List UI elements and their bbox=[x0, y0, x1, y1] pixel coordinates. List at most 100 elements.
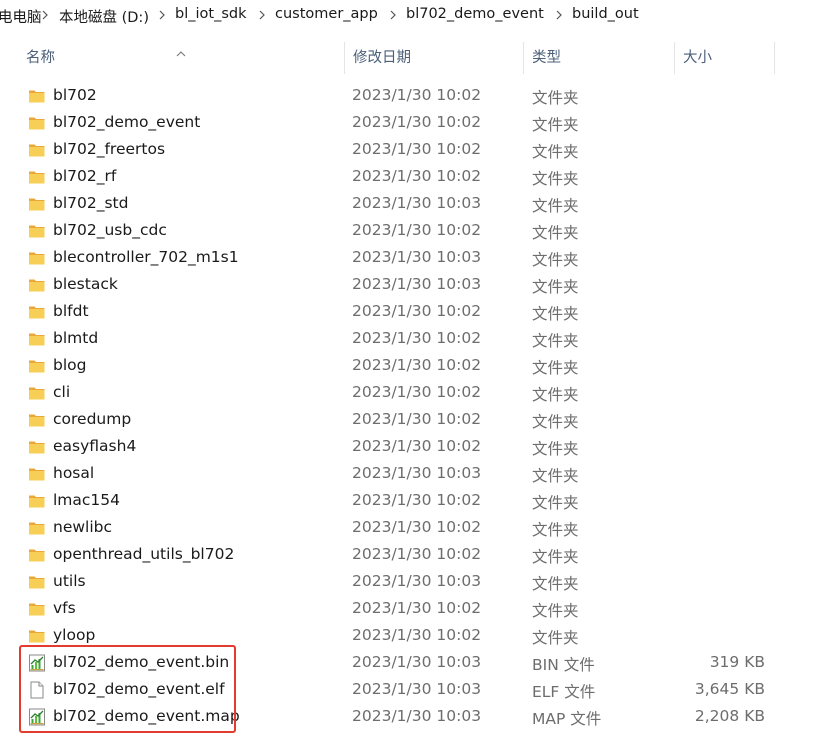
folder-icon bbox=[28, 87, 46, 105]
list-item[interactable]: coredump 2023/1/30 10:02 文件夹 bbox=[24, 407, 774, 434]
item-date: 2023/1/30 10:02 bbox=[352, 167, 482, 185]
list-item[interactable]: bl702_demo_event 2023/1/30 10:02 文件夹 bbox=[24, 110, 774, 137]
item-date: 2023/1/30 10:02 bbox=[352, 140, 482, 158]
item-name: bl702_usb_cdc bbox=[53, 221, 167, 239]
breadcrumb-item-this-pc[interactable]: 电电脑 bbox=[0, 6, 42, 27]
list-item[interactable]: openthread_utils_bl702 2023/1/30 10:02 文件夹 bbox=[24, 542, 774, 569]
item-name: bl702_demo_event bbox=[53, 113, 201, 131]
list-item[interactable]: utils 2023/1/30 10:03 文件夹 bbox=[24, 569, 774, 596]
item-date: 2023/1/30 10:03 bbox=[352, 275, 482, 293]
item-name: blfdt bbox=[53, 302, 89, 320]
item-type: 文件夹 bbox=[532, 521, 579, 539]
item-date: 2023/1/30 10:02 bbox=[352, 302, 482, 320]
chevron-right-icon[interactable] bbox=[158, 5, 166, 25]
item-date: 2023/1/30 10:03 bbox=[352, 572, 482, 590]
item-date: 2023/1/30 10:02 bbox=[352, 545, 482, 563]
list-item[interactable]: bl702 2023/1/30 10:02 文件夹 bbox=[24, 83, 774, 110]
folder-icon bbox=[28, 141, 46, 159]
breadcrumb-item-bl-iot-sdk[interactable]: bl_iot_sdk bbox=[175, 6, 246, 22]
folder-icon bbox=[28, 600, 46, 618]
folder-icon bbox=[28, 465, 46, 483]
item-date: 2023/1/30 10:03 bbox=[352, 194, 482, 212]
item-date: 2023/1/30 10:03 bbox=[352, 653, 482, 671]
list-item[interactable]: blestack 2023/1/30 10:03 文件夹 bbox=[24, 272, 774, 299]
item-date: 2023/1/30 10:02 bbox=[352, 437, 482, 455]
list-item[interactable]: lmac154 2023/1/30 10:02 文件夹 bbox=[24, 488, 774, 515]
list-item[interactable]: blfdt 2023/1/30 10:02 文件夹 bbox=[24, 299, 774, 326]
breadcrumb-item-customer-app[interactable]: customer_app bbox=[275, 6, 378, 22]
item-name: bl702_freertos bbox=[53, 140, 166, 158]
item-name: lmac154 bbox=[53, 491, 121, 509]
item-date: 2023/1/30 10:03 bbox=[352, 707, 482, 725]
folder-icon bbox=[28, 222, 46, 240]
list-item[interactable]: cli 2023/1/30 10:02 文件夹 bbox=[24, 380, 774, 407]
breadcrumb-item-bl702-demo-event[interactable]: bl702_demo_event bbox=[406, 6, 544, 22]
item-type: 文件夹 bbox=[532, 413, 579, 431]
list-item[interactable]: blog 2023/1/30 10:02 文件夹 bbox=[24, 353, 774, 380]
item-size: 3,645 KB bbox=[694, 680, 765, 698]
item-type: 文件夹 bbox=[532, 629, 579, 647]
item-type: 文件夹 bbox=[532, 116, 579, 134]
item-type: 文件夹 bbox=[532, 575, 579, 593]
item-name: cli bbox=[53, 383, 71, 401]
list-item[interactable]: bl702_usb_cdc 2023/1/30 10:02 文件夹 bbox=[24, 218, 774, 245]
item-type: 文件夹 bbox=[532, 548, 579, 566]
item-type: 文件夹 bbox=[532, 224, 579, 242]
chevron-right-icon[interactable] bbox=[41, 5, 49, 25]
item-date: 2023/1/30 10:02 bbox=[352, 410, 482, 428]
folder-icon bbox=[28, 276, 46, 294]
item-type: 文件夹 bbox=[532, 494, 579, 512]
list-item[interactable]: bl702_rf 2023/1/30 10:02 文件夹 bbox=[24, 164, 774, 191]
item-date: 2023/1/30 10:02 bbox=[352, 113, 482, 131]
column-divider[interactable] bbox=[774, 42, 775, 74]
item-type: 文件夹 bbox=[532, 89, 579, 107]
chevron-right-icon[interactable] bbox=[389, 5, 397, 25]
list-item[interactable]: blmtd 2023/1/30 10:02 文件夹 bbox=[24, 326, 774, 353]
list-item[interactable]: bl702_freertos 2023/1/30 10:02 文件夹 bbox=[24, 137, 774, 164]
folder-icon bbox=[28, 492, 46, 510]
item-name: blmtd bbox=[53, 329, 99, 347]
chevron-right-icon[interactable] bbox=[555, 5, 563, 25]
folder-icon bbox=[28, 546, 46, 564]
item-name: bl702_std bbox=[53, 194, 129, 212]
breadcrumb-item-drive-d[interactable]: 本地磁盘 (D:) bbox=[59, 6, 149, 27]
item-date: 2023/1/30 10:02 bbox=[352, 383, 482, 401]
item-name: blestack bbox=[53, 275, 118, 293]
item-date: 2023/1/30 10:02 bbox=[352, 599, 482, 617]
list-item[interactable]: blecontroller_702_m1s1 2023/1/30 10:03 文件夹 bbox=[24, 245, 774, 272]
list-item[interactable]: newlibc 2023/1/30 10:02 文件夹 bbox=[24, 515, 774, 542]
item-date: 2023/1/30 10:02 bbox=[352, 356, 482, 374]
chevron-right-icon[interactable] bbox=[258, 5, 266, 25]
item-date: 2023/1/30 10:02 bbox=[352, 626, 482, 644]
folder-icon bbox=[28, 438, 46, 456]
item-name: openthread_utils_bl702 bbox=[53, 545, 235, 563]
item-type: 文件夹 bbox=[532, 278, 579, 296]
column-header-name[interactable]: 名称 bbox=[18, 40, 343, 76]
item-type: MAP 文件 bbox=[532, 710, 602, 728]
item-type: BIN 文件 bbox=[532, 656, 595, 674]
folder-icon bbox=[28, 411, 46, 429]
list-item[interactable]: vfs 2023/1/30 10:02 文件夹 bbox=[24, 596, 774, 623]
item-type: 文件夹 bbox=[532, 197, 579, 215]
column-header-type[interactable]: 类型 bbox=[524, 40, 674, 76]
list-item[interactable]: bl702_std 2023/1/30 10:03 文件夹 bbox=[24, 191, 774, 218]
item-name: blog bbox=[53, 356, 87, 374]
item-name: vfs bbox=[53, 599, 76, 617]
list-item[interactable]: easyflash4 2023/1/30 10:02 文件夹 bbox=[24, 434, 774, 461]
item-type: 文件夹 bbox=[532, 602, 579, 620]
item-name: blecontroller_702_m1s1 bbox=[53, 248, 239, 266]
item-date: 2023/1/30 10:02 bbox=[352, 518, 482, 536]
column-header-size[interactable]: 大小 bbox=[675, 40, 774, 76]
column-header-date[interactable]: 修改日期 bbox=[345, 40, 523, 76]
breadcrumb-item-build-out[interactable]: build_out bbox=[572, 6, 639, 22]
item-date: 2023/1/30 10:03 bbox=[352, 464, 482, 482]
item-type: 文件夹 bbox=[532, 467, 579, 485]
folder-icon bbox=[28, 114, 46, 132]
item-name: easyflash4 bbox=[53, 437, 137, 455]
column-header-bar: 名称 修改日期 类型 大小 bbox=[0, 40, 829, 76]
list-item[interactable]: hosal 2023/1/30 10:03 文件夹 bbox=[24, 461, 774, 488]
item-name: utils bbox=[53, 572, 86, 590]
item-date: 2023/1/30 10:02 bbox=[352, 86, 482, 104]
folder-icon bbox=[28, 303, 46, 321]
item-date: 2023/1/30 10:03 bbox=[352, 680, 482, 698]
